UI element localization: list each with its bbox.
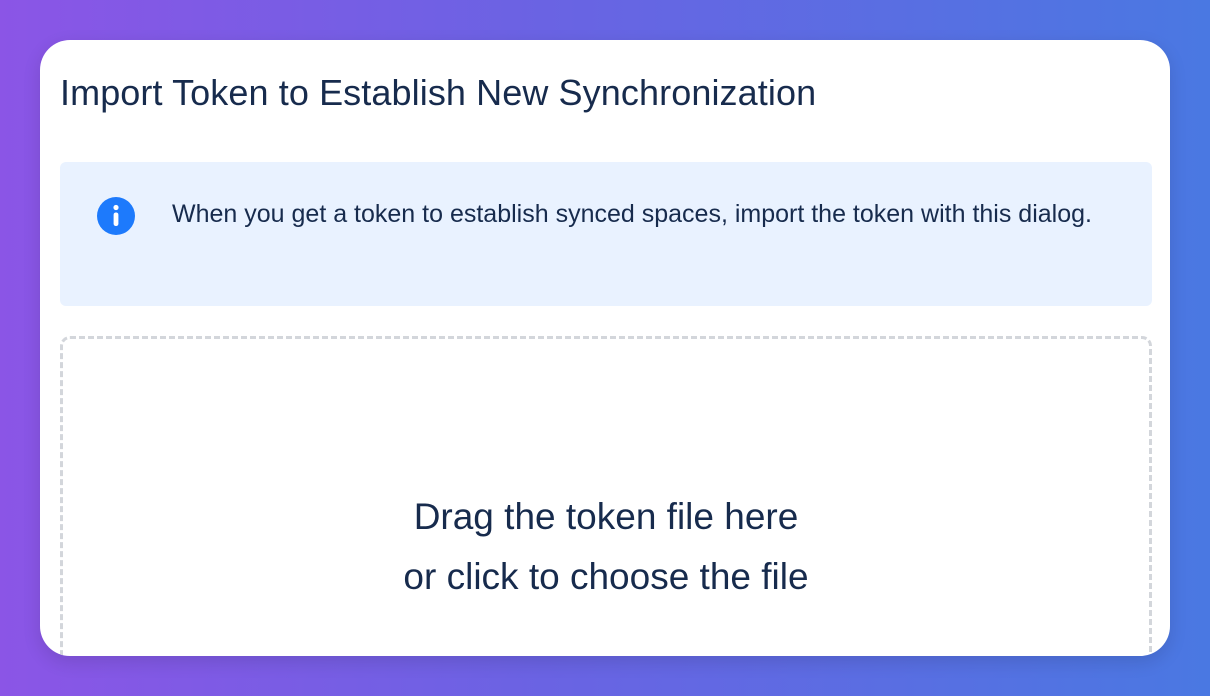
dialog-title: Import Token to Establish New Synchroniz…	[60, 72, 817, 113]
info-icon	[97, 197, 135, 235]
import-token-dialog: Import Token to Establish New Synchroniz…	[40, 40, 1170, 656]
info-panel: When you get a token to establish synced…	[60, 162, 1152, 306]
dropzone-drag-text: Drag the token file here	[413, 496, 799, 537]
info-message: When you get a token to establish synced…	[172, 200, 1092, 228]
dropzone-instructions: Drag the token file here or click to cho…	[63, 487, 1149, 607]
dropzone-click-text: or click to choose the file	[403, 556, 809, 597]
token-file-dropzone[interactable]: Drag the token file here or click to cho…	[60, 336, 1152, 656]
